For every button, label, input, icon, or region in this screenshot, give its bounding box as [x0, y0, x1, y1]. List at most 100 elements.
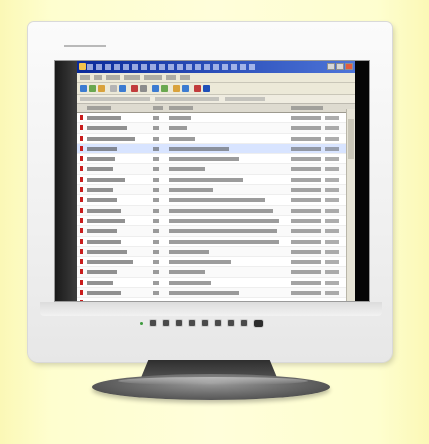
list-item[interactable]: [77, 185, 355, 196]
subject-cell: [169, 136, 195, 141]
list-item[interactable]: [77, 215, 355, 227]
close-button[interactable]: [345, 63, 353, 70]
list-item[interactable]: [77, 236, 355, 247]
list-item[interactable]: [77, 113, 355, 124]
filter-field[interactable]: [225, 97, 265, 101]
monitor-control-button[interactable]: [215, 320, 221, 326]
flag-icon: [80, 166, 83, 172]
subject-cell: [169, 249, 209, 254]
list-item[interactable]: [77, 277, 355, 289]
flag-icon: [80, 269, 83, 275]
time-cell: [325, 249, 339, 254]
toolbar-icon[interactable]: [89, 85, 96, 92]
sender-cell: [87, 116, 121, 120]
list-item[interactable]: [77, 154, 355, 165]
menu-item[interactable]: [144, 75, 162, 80]
toolbar-icon[interactable]: [140, 85, 147, 92]
list-item[interactable]: [77, 298, 355, 301]
screen-right-margin: [355, 61, 369, 301]
maximize-button[interactable]: [336, 63, 344, 70]
list-item[interactable]: [77, 246, 355, 258]
toolbar-icon[interactable]: [98, 85, 105, 92]
subject-cell: [169, 260, 231, 265]
power-button[interactable]: [254, 320, 263, 327]
sender-cell: [87, 229, 117, 234]
column-header[interactable]: [153, 106, 163, 110]
vertical-scrollbar[interactable]: [346, 109, 355, 301]
list-item[interactable]: [77, 267, 355, 278]
minimize-button[interactable]: [327, 63, 335, 70]
time-cell: [325, 198, 339, 203]
sender-cell: [87, 239, 121, 244]
menu-item[interactable]: [80, 75, 90, 80]
monitor-control-button[interactable]: [150, 320, 156, 326]
sender-cell: [87, 126, 127, 131]
toolbar-icon[interactable]: [80, 85, 87, 92]
subject-cell: [169, 229, 277, 234]
toolbar-icon[interactable]: [173, 85, 180, 92]
mail-app-icon: [79, 63, 86, 70]
time-cell: [325, 239, 339, 244]
menu-item[interactable]: [180, 75, 190, 80]
list-item[interactable]: [77, 164, 355, 175]
size-cell: [153, 136, 159, 141]
monitor-control-button[interactable]: [176, 320, 182, 326]
subject-cell: [169, 177, 243, 182]
time-cell: [325, 270, 339, 275]
toolbar-icon[interactable]: [152, 85, 159, 92]
size-cell: [153, 249, 159, 254]
monitor-control-button[interactable]: [163, 320, 169, 326]
menu-bar: [77, 73, 355, 83]
sender-cell: [87, 249, 127, 254]
size-cell: [153, 157, 159, 162]
filter-field[interactable]: [155, 97, 219, 101]
base-highlight: [118, 377, 308, 385]
list-item[interactable]: [77, 143, 355, 155]
list-item[interactable]: [77, 195, 355, 206]
toolbar-icon[interactable]: [131, 85, 138, 92]
date-cell: [291, 208, 321, 213]
toolbar-icon[interactable]: [194, 85, 201, 92]
date-cell: [291, 198, 321, 203]
size-cell: [153, 167, 159, 172]
column-header[interactable]: [291, 106, 323, 110]
list-item[interactable]: [77, 226, 355, 237]
menu-item[interactable]: [106, 75, 120, 80]
toolbar-icon[interactable]: [110, 85, 117, 92]
subject-cell: [169, 157, 239, 162]
time-cell: [325, 188, 339, 193]
time-cell: [325, 177, 339, 182]
monitor-control-button[interactable]: [189, 320, 195, 326]
list-item[interactable]: [77, 257, 355, 268]
toolbar-icon[interactable]: [182, 85, 189, 92]
time-cell: [325, 116, 339, 120]
list-item[interactable]: [77, 133, 355, 144]
sender-cell: [87, 260, 133, 265]
toolbar-icon[interactable]: [119, 85, 126, 92]
menu-item[interactable]: [124, 75, 140, 80]
monitor-screen: [54, 60, 370, 302]
column-header[interactable]: [87, 106, 111, 110]
app-window: [77, 61, 355, 301]
toolbar-icon[interactable]: [203, 85, 210, 92]
monitor-control-button[interactable]: [202, 320, 208, 326]
scrollbar-thumb[interactable]: [348, 119, 354, 159]
subject-cell: [169, 208, 273, 213]
filter-field[interactable]: [80, 97, 150, 101]
list-item[interactable]: [77, 288, 355, 299]
list-item[interactable]: [77, 123, 355, 134]
time-cell: [325, 291, 339, 296]
list-item[interactable]: [77, 174, 355, 186]
sender-cell: [87, 208, 121, 213]
list-item[interactable]: [77, 205, 355, 216]
subject-cell: [169, 218, 279, 223]
menu-item[interactable]: [94, 75, 102, 80]
menu-item[interactable]: [166, 75, 176, 80]
size-cell: [153, 260, 159, 265]
monitor-control-button[interactable]: [241, 320, 247, 326]
monitor-control-button[interactable]: [228, 320, 234, 326]
filter-bar: [77, 95, 355, 104]
column-header[interactable]: [169, 106, 193, 110]
toolbar-icon[interactable]: [161, 85, 168, 92]
flag-icon: [80, 145, 83, 151]
